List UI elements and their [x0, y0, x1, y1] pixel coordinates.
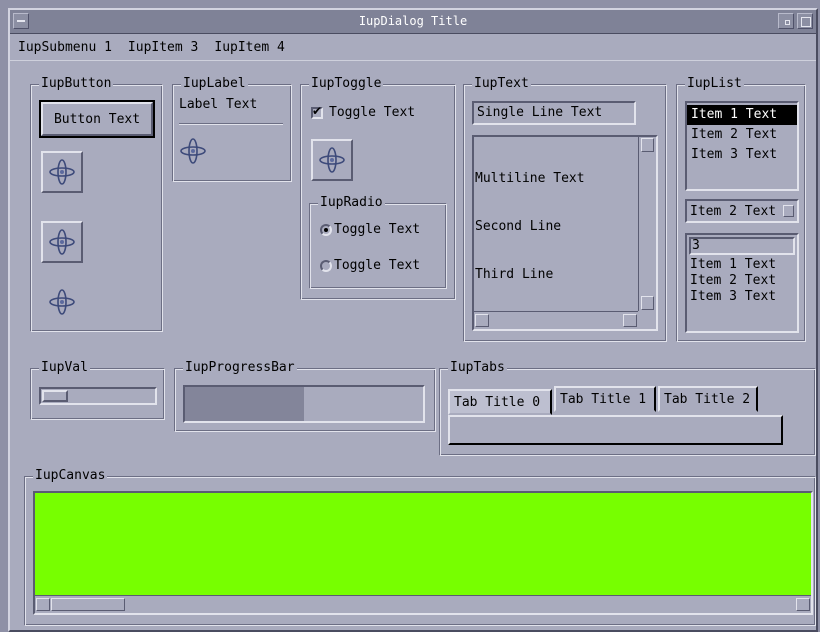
frame-label-iupprogressbar: IupProgressBar — [183, 360, 297, 376]
dropdown-arrow-icon[interactable] — [783, 205, 794, 217]
frame-label-iuplist: IupList — [685, 76, 744, 92]
checkbox-checked-icon — [311, 104, 323, 119]
frame-iuptext: IupText Single Line Text Multiline Text … — [463, 76, 667, 342]
menu-item-submenu-1[interactable]: IupSubmenu 1 — [18, 40, 112, 55]
tab-title-0[interactable]: Tab Title 0 — [448, 389, 552, 415]
frame-label-iuptoggle: IupToggle — [309, 76, 384, 92]
list-item-2[interactable]: Item 2 Text — [687, 125, 797, 145]
scroll-down-arrow-icon[interactable] — [641, 296, 654, 310]
tab-content-panel — [448, 415, 783, 445]
frame-iupbutton: IupButton Button Text — [30, 76, 163, 332]
canvas-horizontal-scrollbar[interactable] — [35, 595, 811, 613]
title-bar[interactable]: IupDialog Title — [10, 10, 816, 34]
label-separator — [179, 123, 283, 125]
orbit-icon — [318, 146, 346, 174]
canvas-scroll-right-icon[interactable] — [796, 598, 810, 611]
image-button-3[interactable] — [41, 281, 83, 323]
canvas-widget[interactable] — [33, 491, 813, 615]
editbox-item-3[interactable]: Item 3 Text — [690, 289, 776, 305]
frame-label-iupval: IupVal — [39, 360, 90, 376]
val-slider-track[interactable] — [39, 387, 157, 405]
scroll-left-arrow-icon[interactable] — [475, 314, 489, 327]
radio-unselected-icon — [320, 259, 332, 272]
toggle-label: Toggle Text — [329, 105, 416, 120]
maximize-button[interactable] — [797, 13, 813, 29]
orbit-icon — [48, 158, 76, 186]
editbox-item-2[interactable]: Item 2 Text — [690, 273, 776, 289]
orbit-icon — [48, 288, 76, 316]
editbox-input[interactable]: 3 — [689, 237, 795, 255]
frame-iupradio: IupRadio Toggle Text Toggle Text — [309, 195, 447, 289]
image-button-1[interactable] — [41, 151, 83, 193]
multiline-line-2: Second Line — [475, 219, 562, 234]
frame-label-iuptext: IupText — [472, 76, 531, 92]
image-button-2[interactable] — [41, 221, 83, 263]
toggle-checkbox[interactable]: Toggle Text — [311, 104, 416, 120]
text-button[interactable]: Button Text — [41, 102, 153, 136]
window-title: IupDialog Title — [358, 14, 468, 28]
editbox-items: Item 1 Text Item 2 Text Item 3 Text — [690, 257, 776, 305]
progress-fill — [185, 387, 304, 421]
frame-label-iuptabs: IupTabs — [448, 360, 507, 376]
frame-iuptoggle: IupToggle Toggle Text IupRadio Toggle Te… — [300, 76, 456, 300]
dialog-window: IupDialog Title IupSubmenu 1 IupItem 3 I… — [8, 8, 818, 632]
scroll-up-arrow-icon[interactable] — [641, 138, 654, 152]
progress-bar — [183, 385, 425, 423]
val-slider-thumb[interactable] — [42, 390, 68, 402]
frame-iuplabel: IupLabel Label Text — [172, 76, 292, 182]
scroll-right-arrow-icon[interactable] — [623, 314, 637, 327]
list-item-1[interactable]: Item 1 Text — [687, 105, 797, 125]
frame-label-iupradio: IupRadio — [318, 195, 385, 211]
frame-label-iuplabel: IupLabel — [181, 76, 248, 92]
label-text: Label Text — [179, 97, 258, 112]
multiline-line-1: Multiline Text — [475, 171, 585, 186]
menu-bar: IupSubmenu 1 IupItem 3 IupItem 4 — [10, 35, 816, 61]
horizontal-scrollbar[interactable] — [474, 311, 638, 329]
frame-label-iupbutton: IupButton — [39, 76, 114, 92]
canvas-scroll-left-icon[interactable] — [36, 598, 50, 611]
menu-item-3[interactable]: IupItem 3 — [128, 40, 198, 55]
minimize-button[interactable] — [778, 13, 794, 29]
multiline-line-3: Third Line — [475, 267, 554, 282]
radio-option-0[interactable]: Toggle Text — [320, 222, 420, 237]
frame-label-iupcanvas: IupCanvas — [33, 468, 108, 484]
canvas-scroll-thumb[interactable] — [51, 598, 125, 611]
multiline-content: Multiline Text Second Line Third Line — [475, 139, 585, 315]
orbit-icon — [179, 137, 207, 165]
frame-iupcanvas: IupCanvas — [24, 468, 816, 626]
orbit-icon — [48, 228, 76, 256]
frame-iupval: IupVal — [30, 360, 165, 420]
frame-iuptabs: IupTabs Tab Title 0 Tab Title 1 Tab Titl… — [439, 360, 816, 456]
canvas-drawing-area[interactable] — [35, 493, 811, 595]
vertical-scrollbar[interactable] — [638, 137, 656, 311]
menu-item-4[interactable]: IupItem 4 — [214, 40, 284, 55]
dropdown-list[interactable]: Item 2 Text — [685, 199, 799, 223]
editbox-item-1[interactable]: Item 1 Text — [690, 257, 776, 273]
tab-title-1[interactable]: Tab Title 1 — [554, 386, 656, 412]
dropdown-value: Item 2 Text — [690, 203, 777, 219]
radio-option-1[interactable]: Toggle Text — [320, 258, 420, 273]
listbox[interactable]: Item 1 Text Item 2 Text Item 3 Text — [685, 101, 799, 191]
frame-iupprogressbar: IupProgressBar — [174, 360, 436, 432]
text-button-focus-ring: Button Text — [39, 100, 155, 138]
list-item-3[interactable]: Item 3 Text — [687, 145, 797, 165]
frame-iuplist: IupList Item 1 Text Item 2 Text Item 3 T… — [676, 76, 806, 342]
single-line-text-input[interactable]: Single Line Text — [472, 101, 636, 125]
tab-title-2[interactable]: Tab Title 2 — [658, 386, 758, 412]
radio-label-1: Toggle Text — [334, 258, 421, 273]
image-toggle[interactable] — [311, 139, 353, 181]
radio-selected-icon — [320, 223, 332, 236]
editbox-list[interactable]: 3 Item 1 Text Item 2 Text Item 3 Text — [685, 233, 799, 333]
radio-label-0: Toggle Text — [334, 222, 421, 237]
multiline-text-area[interactable]: Multiline Text Second Line Third Line — [472, 135, 658, 331]
